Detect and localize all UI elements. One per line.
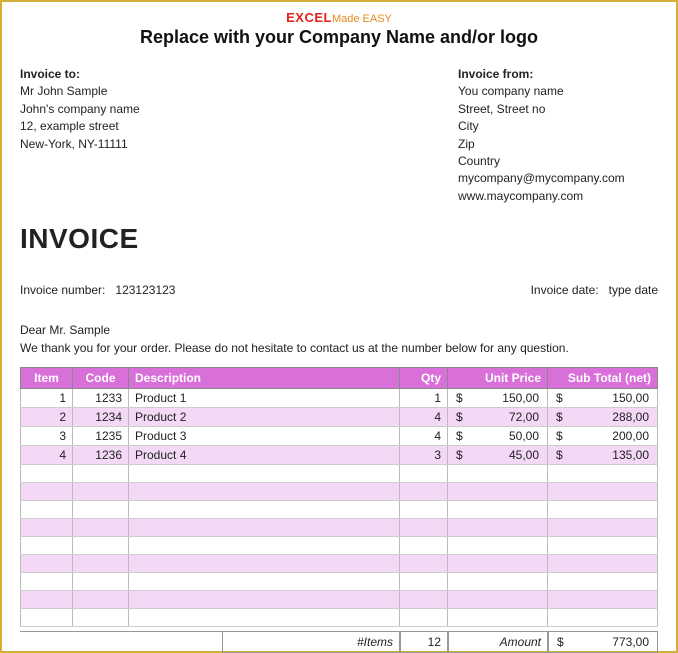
header-sub-total: Sub Total (net) bbox=[548, 368, 658, 389]
currency-symbol: $ bbox=[554, 391, 563, 405]
company-name-placeholder: Replace with your Company Name and/or lo… bbox=[20, 27, 658, 48]
cell-qty: 1 bbox=[400, 389, 448, 408]
invoice-from-line: City bbox=[458, 118, 658, 135]
currency-symbol: $ bbox=[555, 635, 564, 649]
invoice-from-line: You company name bbox=[458, 83, 658, 100]
currency-symbol: $ bbox=[454, 391, 463, 405]
table-row-empty bbox=[21, 519, 658, 537]
address-block: Invoice to: Mr John Sample John's compan… bbox=[20, 66, 658, 205]
invoice-from-line: Zip bbox=[458, 136, 658, 153]
cell-qty: 3 bbox=[400, 446, 448, 465]
totals-amount-number: 773,00 bbox=[612, 635, 651, 649]
invoice-to-line: New-York, NY-11111 bbox=[20, 136, 220, 153]
brand-logo-text: EXCELMade EASY bbox=[20, 10, 658, 25]
brand-made: Made bbox=[332, 13, 360, 25]
cell-item: 2 bbox=[21, 408, 73, 427]
amount-value: 45,00 bbox=[509, 448, 541, 462]
brand-header: EXCELMade EASY Replace with your Company… bbox=[20, 10, 658, 48]
table-row-empty bbox=[21, 483, 658, 501]
table-row-empty bbox=[21, 555, 658, 573]
cell-item: 3 bbox=[21, 427, 73, 446]
cell-code: 1235 bbox=[73, 427, 129, 446]
amount-value: 135,00 bbox=[612, 448, 651, 462]
invoice-from-line: mycompany@mycompany.com bbox=[458, 170, 658, 187]
amount-value: 288,00 bbox=[612, 410, 651, 424]
thank-you-line: We thank you for your order. Please do n… bbox=[20, 341, 658, 355]
invoice-from-line: www.maycompany.com bbox=[458, 188, 658, 205]
table-row-empty bbox=[21, 501, 658, 519]
invoice-from: Invoice from: You company name Street, S… bbox=[458, 66, 658, 205]
currency-symbol: $ bbox=[454, 429, 463, 443]
invoice-date-label: Invoice date: bbox=[531, 283, 599, 297]
currency-symbol: $ bbox=[454, 410, 463, 424]
totals-row: #Items 12 Amount $ 773,00 bbox=[20, 631, 658, 653]
amount-value: 150,00 bbox=[612, 391, 651, 405]
invoice-number-label: Invoice number: bbox=[20, 283, 105, 297]
brand-excel: EXCEL bbox=[286, 10, 332, 25]
totals-amount-value: $ 773,00 bbox=[548, 632, 658, 653]
amount-value: 150,00 bbox=[502, 391, 541, 405]
table-row-empty bbox=[21, 573, 658, 591]
cell-qty: 4 bbox=[400, 427, 448, 446]
cell-item: 1 bbox=[21, 389, 73, 408]
invoice-to-line: 12, example street bbox=[20, 118, 220, 135]
cell-description: Product 3 bbox=[129, 427, 400, 446]
invoice-date: Invoice date: type date bbox=[531, 283, 658, 297]
cell-description: Product 4 bbox=[129, 446, 400, 465]
table-header-row: Item Code Description Qty Unit Price Sub… bbox=[21, 368, 658, 389]
items-table: Item Code Description Qty Unit Price Sub… bbox=[20, 367, 658, 627]
cell-code: 1234 bbox=[73, 408, 129, 427]
table-row-empty bbox=[21, 537, 658, 555]
amount-value: 72,00 bbox=[509, 410, 541, 424]
cell-item: 4 bbox=[21, 446, 73, 465]
invoice-meta: Invoice number: 123123123 Invoice date: … bbox=[20, 283, 658, 297]
invoice-from-line: Street, Street no bbox=[458, 101, 658, 118]
invoice-title: INVOICE bbox=[20, 223, 658, 255]
table-row: 31235Product 34 $50,00 $200,00 bbox=[21, 427, 658, 446]
header-code: Code bbox=[73, 368, 129, 389]
invoice-to-line: Mr John Sample bbox=[20, 83, 220, 100]
table-row: 41236Product 43 $45,00 $135,00 bbox=[21, 446, 658, 465]
totals-amount-label: Amount bbox=[448, 632, 548, 653]
invoice-date-value: type date bbox=[609, 283, 658, 297]
invoice-from-label: Invoice from: bbox=[458, 66, 658, 83]
invoice-from-line: Country bbox=[458, 153, 658, 170]
cell-code: 1236 bbox=[73, 446, 129, 465]
cell-description: Product 2 bbox=[129, 408, 400, 427]
totals-items-value: 12 bbox=[400, 632, 448, 653]
cell-qty: 4 bbox=[400, 408, 448, 427]
header-qty: Qty bbox=[400, 368, 448, 389]
table-row: 11233Product 11$150,00$150,00 bbox=[21, 389, 658, 408]
table-row-empty bbox=[21, 609, 658, 627]
cell-code: 1233 bbox=[73, 389, 129, 408]
invoice-page: EXCELMade EASY Replace with your Company… bbox=[0, 0, 678, 653]
brand-easy: EASY bbox=[359, 13, 391, 25]
currency-symbol: $ bbox=[554, 448, 563, 462]
invoice-number-value: 123123123 bbox=[115, 283, 175, 297]
header-description: Description bbox=[129, 368, 400, 389]
invoice-to-line: John's company name bbox=[20, 101, 220, 118]
salutation: Dear Mr. Sample bbox=[20, 323, 658, 337]
amount-value: 50,00 bbox=[509, 429, 541, 443]
invoice-to: Invoice to: Mr John Sample John's compan… bbox=[20, 66, 220, 205]
header-item: Item bbox=[21, 368, 73, 389]
amount-value: 200,00 bbox=[612, 429, 651, 443]
currency-symbol: $ bbox=[554, 410, 563, 424]
table-row-empty bbox=[21, 591, 658, 609]
currency-symbol: $ bbox=[554, 429, 563, 443]
header-unit-price: Unit Price bbox=[448, 368, 548, 389]
table-row-empty bbox=[21, 465, 658, 483]
invoice-number: Invoice number: 123123123 bbox=[20, 283, 175, 297]
cell-description: Product 1 bbox=[129, 389, 400, 408]
currency-symbol: $ bbox=[454, 448, 463, 462]
totals-items-label: #Items bbox=[222, 632, 400, 653]
table-row: 21234Product 24 $72,00 $288,00 bbox=[21, 408, 658, 427]
invoice-to-label: Invoice to: bbox=[20, 66, 220, 83]
